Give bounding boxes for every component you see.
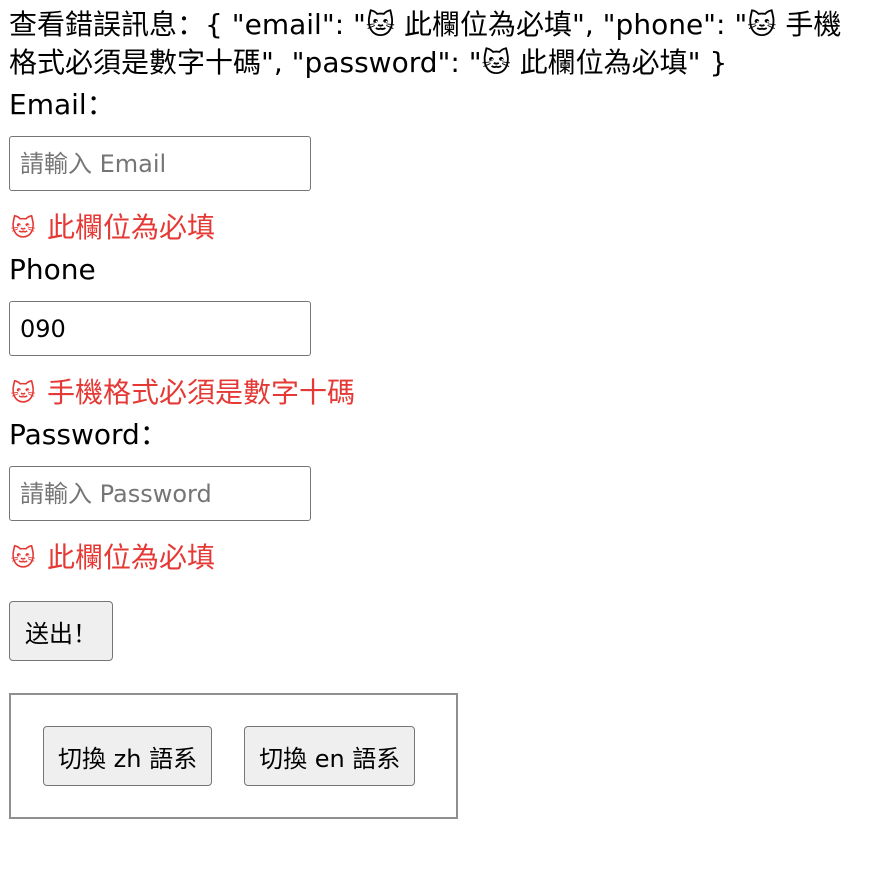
form-page: 查看錯誤訊息：{ "email": "🐱 此欄位為必填", "phone": "… xyxy=(9,6,869,819)
password-error: 🐱 此欄位為必填 xyxy=(9,539,869,577)
email-input[interactable] xyxy=(9,136,311,191)
phone-error-text: 手機格式必須是數字十碼 xyxy=(47,376,356,409)
phone-input[interactable] xyxy=(9,301,311,356)
email-error: 🐱 此欄位為必填 xyxy=(9,209,869,247)
email-label: Email： xyxy=(9,88,115,121)
error-debug-text: 查看錯誤訊息：{ "email": "🐱 此欄位為必填", "phone": "… xyxy=(9,8,842,79)
email-error-text: 此欄位為必填 xyxy=(47,211,216,244)
switch-zh-button[interactable]: 切換 zh 語系 xyxy=(43,726,213,786)
submit-button[interactable]: 送出！ xyxy=(9,601,113,661)
cat-face-icon: 🐱 xyxy=(10,214,36,242)
phone-error: 🐱 手機格式必須是數字十碼 xyxy=(9,374,869,412)
phone-label: Phone xyxy=(9,253,96,286)
switch-en-button[interactable]: 切換 en 語系 xyxy=(244,726,416,786)
password-input[interactable] xyxy=(9,466,311,521)
cat-face-icon: 🐱 xyxy=(10,544,36,572)
language-switcher: 切換 zh 語系 切換 en 語系 xyxy=(9,693,458,819)
password-error-text: 此欄位為必填 xyxy=(47,541,216,574)
password-label: Password： xyxy=(9,418,168,451)
cat-face-icon: 🐱 xyxy=(10,379,36,407)
